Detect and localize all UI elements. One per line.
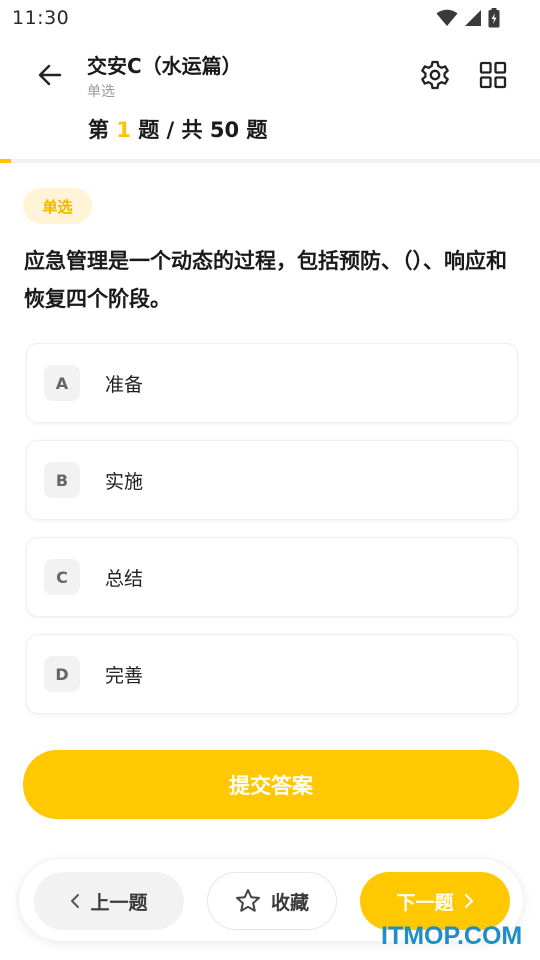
status-icons — [436, 8, 500, 28]
star-outline-icon — [235, 889, 260, 912]
question-progress: 第 1 题 / 共 50 题 — [88, 114, 267, 144]
page-subtitle: 单选 — [87, 84, 115, 100]
signal-icon — [465, 10, 481, 26]
back-arrow-icon — [38, 64, 62, 86]
page-title: 交安C（水运篇） — [87, 54, 242, 78]
option-letter: A — [44, 365, 80, 401]
option-c[interactable]: C 总结 — [26, 537, 518, 617]
progress-bar — [0, 159, 540, 163]
progress-bar-fill — [0, 159, 11, 163]
progress-prefix: 第 — [88, 118, 117, 142]
battery-charging-icon — [488, 8, 500, 28]
question-text: 应急管理是一个动态的过程，包括预防、（）、响应和恢复四个阶段。 — [24, 249, 507, 311]
header: 交安C（水运篇） 单选 第 1 题 / 共 50 题 — [0, 36, 540, 160]
favorite-button[interactable]: 收藏 — [207, 872, 337, 930]
prev-question-label: 上一题 — [90, 891, 148, 914]
option-letter: C — [44, 559, 80, 595]
option-text: 完善 — [105, 664, 144, 687]
option-text: 准备 — [105, 373, 144, 396]
option-letter: D — [44, 656, 80, 692]
option-a[interactable]: A 准备 — [26, 343, 518, 423]
answer-sheet-button[interactable] — [476, 58, 510, 92]
favorite-label: 收藏 — [270, 891, 309, 914]
progress-current: 1 — [116, 118, 131, 142]
option-text: 总结 — [105, 567, 144, 590]
submit-answer-button[interactable]: 提交答案 — [23, 750, 519, 819]
option-b[interactable]: B 实施 — [26, 440, 518, 520]
wifi-icon — [436, 9, 458, 26]
gear-icon — [421, 60, 449, 90]
settings-button[interactable] — [418, 58, 452, 92]
status-time: 11:30 — [12, 7, 70, 29]
status-bar: 11:30 — [0, 0, 540, 36]
chevron-right-icon — [464, 894, 473, 908]
option-letter: B — [44, 462, 80, 498]
watermark-text: ITMOP.COM — [381, 922, 523, 950]
prev-question-button[interactable]: 上一题 — [34, 872, 184, 930]
grid-icon — [479, 61, 507, 89]
question-type-chip: 单选 — [23, 188, 92, 224]
option-text: 实施 — [105, 470, 144, 493]
back-button[interactable] — [30, 58, 70, 92]
chevron-left-icon — [71, 894, 80, 908]
next-question-label: 下一题 — [396, 891, 454, 914]
options-list: A 准备 B 实施 C 总结 D 完善 — [26, 343, 518, 731]
option-d[interactable]: D 完善 — [26, 634, 518, 714]
progress-suffix: 题 / 共 50 题 — [130, 118, 268, 142]
